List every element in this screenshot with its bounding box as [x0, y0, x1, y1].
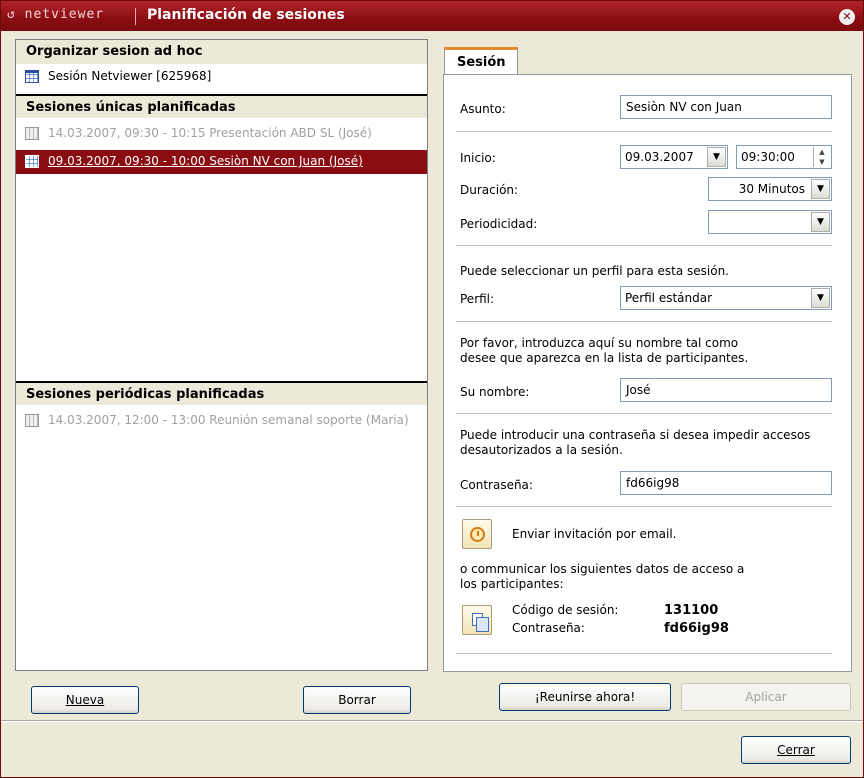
start-date-value: 09.03.2007	[625, 150, 694, 164]
periodicity-select[interactable]: ▼	[708, 210, 832, 234]
adhoc-section-header: Organizar sesion ad hoc	[16, 40, 427, 64]
divider	[456, 245, 832, 246]
meet-now-button[interactable]: ¡Reunirse ahora!	[499, 683, 671, 711]
time-spinner-icon[interactable]: ▲ ▼	[813, 147, 830, 167]
list-item-selected[interactable]: 09.03.2007, 09:30 - 10:00 Sesiòn NV con …	[16, 150, 427, 174]
divider	[456, 413, 832, 414]
name-label: Su nombre:	[460, 385, 530, 399]
title-separator	[135, 8, 136, 25]
start-time-field[interactable]: 09:30:00 ▲ ▼	[736, 145, 832, 169]
name-hint-line-1: Por favor, introduzca aquí su nombre tal…	[460, 336, 739, 350]
session-details-panel: Asunto: Sesiòn NV con Juan Inicio: 09.03…	[443, 74, 852, 672]
password-label: Contraseña:	[460, 478, 533, 492]
adhoc-session-item[interactable]: Sesión Netviewer [625968]	[16, 65, 427, 89]
copy-icon	[472, 613, 489, 632]
session-code-label: Código de sesión:	[512, 603, 619, 617]
session-list-panel: Organizar sesion ad hoc Sesión Netviewer…	[15, 39, 428, 671]
chevron-down-icon[interactable]: ▼	[811, 179, 830, 199]
list-item[interactable]: 14.03.2007, 09:30 - 10:15 Presentación A…	[16, 122, 427, 146]
communicate-line-1: o communicar los siguientes datos de acc…	[460, 562, 745, 576]
adhoc-session-label: Sesión Netviewer [625968]	[48, 69, 212, 83]
session-label: 14.03.2007, 12:00 - 13:00 Reunión semana…	[48, 413, 409, 427]
subject-label: Asunto:	[460, 102, 506, 116]
name-hint-line-2: desee que aparezca en la lista de partic…	[460, 351, 749, 365]
password-hint-line-1: Puede introducir una contraseña si desea…	[460, 428, 811, 442]
title-bar[interactable]: ↺ netviewer Planificación de sesiones ✕	[1, 1, 863, 31]
access-password-label: Contraseña:	[512, 621, 585, 635]
chevron-down-icon[interactable]: ▼	[811, 212, 830, 232]
session-label: 09.03.2007, 09:30 - 10:00 Sesiòn NV con …	[48, 154, 363, 168]
divider	[456, 506, 832, 507]
calendar-icon	[25, 70, 39, 83]
access-password-value: fd66ig98	[664, 621, 729, 636]
password-field[interactable]: fd66ig98	[620, 471, 832, 495]
profile-label: Perfil:	[460, 292, 495, 306]
new-button[interactable]: Nueva	[31, 686, 139, 714]
copy-access-data-button[interactable]	[462, 605, 492, 635]
apply-label: Aplicar	[745, 690, 787, 704]
divider	[456, 131, 832, 132]
netviewer-logo: ↺ netviewer	[7, 7, 105, 22]
chevron-down-icon[interactable]: ▼	[707, 147, 726, 167]
close-button-label: Cerrar	[777, 743, 815, 757]
send-invitation-button[interactable]	[462, 519, 492, 549]
start-label: Inicio:	[460, 151, 496, 165]
unique-sessions-header: Sesiones únicas planificadas	[16, 94, 427, 118]
new-button-label: Nueva	[65, 693, 105, 707]
list-item[interactable]: 14.03.2007, 12:00 - 13:00 Reunión semana…	[16, 409, 427, 433]
footer-divider	[1, 721, 863, 722]
session-label: 14.03.2007, 09:30 - 10:15 Presentación A…	[48, 126, 372, 140]
profile-value: Perfil estándar	[625, 291, 713, 305]
delete-button[interactable]: Borrar	[303, 686, 411, 714]
start-date-picker[interactable]: 09.03.2007 ▼	[620, 145, 728, 169]
profile-hint: Puede seleccionar un perfil para esta se…	[460, 264, 729, 278]
apply-button[interactable]: Aplicar	[681, 683, 851, 711]
calendar-icon	[25, 127, 39, 140]
chevron-down-icon[interactable]: ▼	[811, 288, 830, 308]
subject-field[interactable]: Sesiòn NV con Juan	[620, 95, 832, 119]
meet-now-label: ¡Reunirse ahora!	[534, 690, 636, 704]
divider	[456, 653, 832, 654]
divider	[456, 321, 832, 322]
profile-select[interactable]: Perfil estándar ▼	[620, 286, 832, 310]
window-title: Planificación de sesiones	[147, 7, 345, 23]
tab-session[interactable]: Sesión	[444, 47, 518, 75]
logo-text: netviewer	[24, 7, 105, 22]
duration-select[interactable]: 30 Minutos ▼	[708, 177, 832, 201]
communicate-line-2: los participantes:	[460, 577, 564, 591]
delete-button-label: Borrar	[338, 693, 376, 707]
calendar-icon	[25, 155, 39, 168]
duration-value: 30 Minutos	[738, 182, 805, 196]
start-time-value: 09:30:00	[741, 150, 795, 164]
close-button[interactable]: Cerrar	[741, 736, 851, 764]
duration-label: Duración:	[460, 183, 519, 197]
periodicity-label: Periodicidad:	[460, 217, 538, 231]
session-code-value: 131100	[664, 603, 719, 618]
clock-icon	[470, 527, 485, 542]
name-field[interactable]: José	[620, 378, 832, 402]
calendar-icon	[25, 414, 39, 427]
password-hint-line-2: desautorizados a la sesión.	[460, 443, 623, 457]
periodic-sessions-header: Sesiones periódicas planificadas	[16, 381, 427, 405]
invite-label: Enviar invitación por email.	[512, 527, 677, 541]
scheduling-window: ↺ netviewer Planificación de sesiones ✕ …	[0, 0, 864, 778]
close-icon[interactable]: ✕	[839, 9, 855, 25]
